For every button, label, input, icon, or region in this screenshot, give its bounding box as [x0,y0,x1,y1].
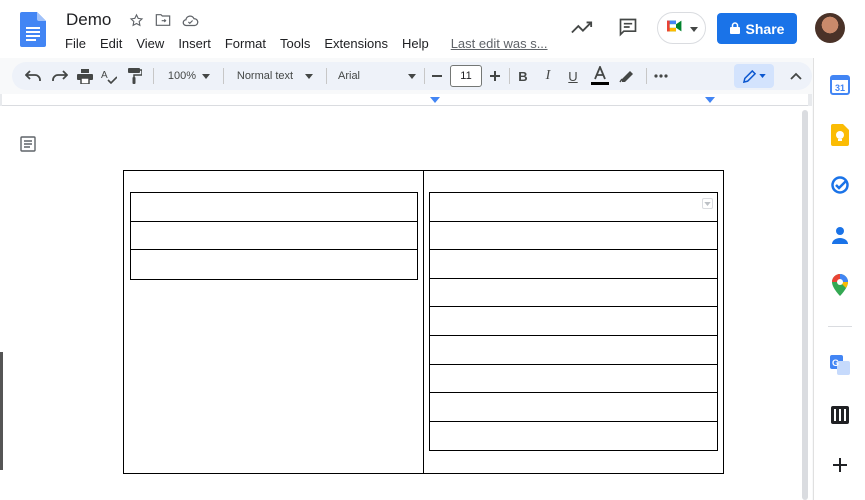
style-select[interactable]: Normal text [230,62,320,90]
menu-view[interactable]: View [129,36,171,51]
move-folder-icon[interactable] [154,11,172,29]
text-color-icon[interactable] [589,62,611,90]
tasks-icon[interactable] [829,174,851,196]
menu-format[interactable]: Format [218,36,273,51]
right-inner-table[interactable] [429,192,718,452]
dropdown-chip-icon[interactable] [702,198,713,209]
calendar-icon[interactable]: 31 [829,74,851,96]
table-row[interactable] [131,250,417,279]
vertical-scrollbar[interactable] [802,110,808,500]
zoom-select[interactable]: 100% [162,62,216,90]
underline-icon[interactable]: U [563,62,583,90]
font-select[interactable]: Arial [334,62,420,90]
chevron-down-icon [758,74,766,78]
header: Demo File Edit View Insert Format Tools … [0,0,865,58]
menu-tools[interactable]: Tools [273,36,317,51]
piano-icon[interactable] [829,404,851,426]
table-row[interactable] [430,365,717,394]
highlight-icon[interactable] [616,62,638,90]
ruler [0,94,812,106]
style-value: Normal text [236,70,294,82]
table-row[interactable] [430,250,717,279]
left-inner-table[interactable] [130,192,418,280]
spellcheck-icon[interactable]: A [98,62,120,90]
undo-icon[interactable] [22,62,44,90]
toolbar: A 100% Normal text Arial 11 B I U [12,62,812,90]
meet-button[interactable] [657,12,706,44]
ruler-page-area [2,94,808,106]
table-row[interactable] [430,279,717,308]
print-icon[interactable] [74,62,96,90]
table-row[interactable] [430,307,717,336]
zoom-value: 100% [167,70,197,82]
menu-file[interactable]: File [58,36,93,51]
toolbar-divider [153,68,154,84]
menu-insert[interactable]: Insert [171,36,218,51]
window-edge [0,352,3,470]
document-outline-icon[interactable] [20,136,36,152]
svg-text:31: 31 [835,83,845,93]
side-panel: 31 G [813,58,865,500]
table-column-divider [423,171,424,473]
chevron-down-icon [690,19,698,37]
toolbar-divider [424,68,425,84]
font-value: Arial [338,70,361,82]
outer-table[interactable] [123,170,724,474]
menu-bar: File Edit View Insert Format Tools Exten… [58,36,555,51]
share-button[interactable]: Share [717,13,797,44]
menu-extensions[interactable]: Extensions [317,36,395,51]
more-options-icon[interactable] [650,62,672,90]
collapse-menus-icon[interactable] [786,62,806,90]
svg-text:G: G [832,358,839,368]
italic-icon[interactable]: I [538,62,558,90]
last-edit-link[interactable]: Last edit was s... [444,36,555,51]
table-row[interactable] [430,336,717,365]
star-icon[interactable] [127,11,145,29]
chevron-down-icon [408,73,416,79]
lock-icon [729,21,740,37]
paint-format-icon[interactable] [124,62,146,90]
table-row[interactable] [430,222,717,251]
toolbar-divider [223,68,224,84]
table-row[interactable] [131,222,417,251]
docs-logo-icon[interactable] [20,12,46,47]
toolbar-divider [509,68,510,84]
keep-icon[interactable] [829,124,851,146]
svg-text:A: A [101,70,108,81]
share-label: Share [745,20,785,37]
toolbar-divider [646,68,647,84]
bold-icon[interactable]: B [513,62,533,90]
increase-font-size-icon[interactable] [486,62,504,90]
cloud-status-icon[interactable] [181,11,199,29]
comment-history-icon[interactable] [618,17,638,42]
menu-help[interactable]: Help [395,36,436,51]
document-title[interactable]: Demo [66,10,111,30]
left-indent-marker[interactable] [430,97,440,103]
activity-trend-icon[interactable] [571,19,593,40]
avatar[interactable] [815,13,845,43]
font-size-input[interactable]: 11 [450,65,482,87]
add-icon[interactable] [829,454,851,476]
table-row[interactable] [131,193,417,222]
side-panel-divider [828,326,852,327]
table-row[interactable] [430,393,717,422]
decrease-font-size-icon[interactable] [428,62,446,90]
chevron-down-icon [202,73,211,79]
contacts-icon[interactable] [829,224,851,246]
pencil-icon [742,69,756,83]
menu-edit[interactable]: Edit [93,36,129,51]
editing-mode-button[interactable] [734,64,774,88]
table-row[interactable] [430,193,717,222]
chevron-down-icon [305,73,314,79]
right-indent-marker[interactable] [705,97,715,103]
table-row[interactable] [430,422,717,451]
meet-icon [665,17,687,40]
translate-icon[interactable]: G [829,354,851,376]
toolbar-divider [326,68,327,84]
maps-icon[interactable] [829,274,851,296]
redo-icon[interactable] [49,62,71,90]
